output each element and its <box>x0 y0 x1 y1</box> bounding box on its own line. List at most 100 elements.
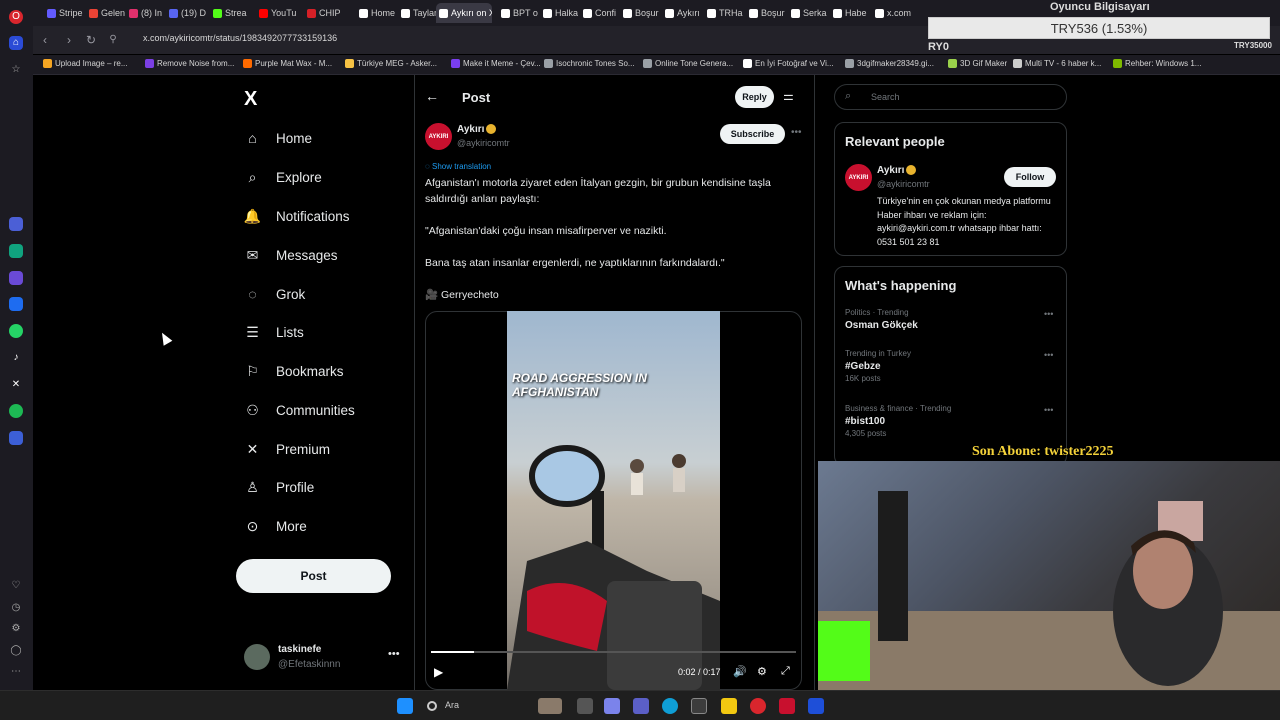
browser-tab[interactable]: Boşur <box>746 3 786 23</box>
nav-item-explore[interactable]: ⌕ Explore <box>244 164 322 190</box>
nav-item-profile[interactable]: ♙ Profile <box>244 474 314 500</box>
star-icon[interactable]: ☆ <box>9 63 23 77</box>
nav-item-home[interactable]: ⌂ Home <box>244 125 312 151</box>
show-translation-link[interactable]: ◌ Show translation <box>425 162 491 171</box>
tiktok-icon[interactable]: ♪ <box>9 351 23 365</box>
relevant-person-name[interactable]: Aykırı <box>877 165 917 176</box>
x-icon[interactable]: ✕ <box>9 378 23 392</box>
browser-tab[interactable]: Stripe <box>44 3 84 23</box>
browser-tab[interactable]: Aykırı on X <box>436 3 492 23</box>
browser-tab[interactable]: Boşur <box>620 3 660 23</box>
play-icon[interactable]: ▶ <box>434 665 443 679</box>
opera-logo-icon[interactable]: O <box>9 10 23 24</box>
bookmark-item[interactable]: Rehber: Windows 1... <box>1113 59 1201 68</box>
x-logo[interactable]: X <box>244 88 257 111</box>
messenger-icon[interactable] <box>9 297 23 311</box>
author-name[interactable]: Aykırı <box>457 124 497 135</box>
bookmark-item[interactable]: Make it Meme - Çev... <box>451 59 541 68</box>
back-icon[interactable]: ‹ <box>37 32 53 48</box>
bookmark-item[interactable]: 3dgifmaker28349.gi... <box>845 59 934 68</box>
spotify-icon[interactable] <box>9 404 23 418</box>
site-info-icon[interactable]: ⚲ <box>105 32 121 48</box>
trend-more-icon[interactable]: ••• <box>1044 350 1053 360</box>
nav-item-bookmarks[interactable]: ⚐ Bookmarks <box>244 358 343 384</box>
browser-tab[interactable]: Halka <box>540 3 580 23</box>
more-icon[interactable]: ⋯ <box>9 665 23 679</box>
bookmark-item[interactable]: Online Tone Genera... <box>643 59 733 68</box>
browser-tab[interactable]: (8) In <box>126 3 166 23</box>
taskbar-search-label[interactable]: Ara <box>445 700 459 710</box>
browser-tab[interactable]: CHIP <box>304 3 344 23</box>
nav-item-communities[interactable]: ⚇ Communities <box>244 397 355 423</box>
search-icon[interactable] <box>427 701 437 711</box>
bookmark-item[interactable]: Remove Noise from... <box>145 59 234 68</box>
browser-tab[interactable]: Gelen <box>86 3 126 23</box>
bookmark-item[interactable]: Multi TV - 6 haber k... <box>1013 59 1101 68</box>
browser-tab[interactable]: BPT o <box>498 3 538 23</box>
widget-icon[interactable] <box>538 698 562 714</box>
app-icon-2[interactable] <box>808 698 824 714</box>
home-icon[interactable]: ⌂ <box>9 36 23 50</box>
edge-icon[interactable] <box>662 698 678 714</box>
extension-icon[interactable] <box>9 271 23 285</box>
explorer-icon[interactable] <box>721 698 737 714</box>
copilot-icon[interactable] <box>604 698 620 714</box>
nav-item-more[interactable]: ⊙ More <box>244 513 307 539</box>
whatsapp-icon[interactable] <box>9 324 23 338</box>
bookmark-item[interactable]: Purple Mat Wax - M... <box>243 59 332 68</box>
trend-name[interactable]: Osman Gökçek <box>845 320 918 331</box>
task-view-icon[interactable] <box>577 698 593 714</box>
nav-item-grok[interactable]: ◌ Grok <box>244 281 305 307</box>
chatgpt-icon[interactable] <box>9 244 23 258</box>
nav-item-notifications[interactable]: 🔔 Notifications <box>244 203 350 229</box>
bulb-icon[interactable]: ◯ <box>9 644 23 658</box>
browser-tab[interactable]: Home <box>356 3 396 23</box>
post-button[interactable]: Post <box>236 559 391 593</box>
video-progress-track[interactable] <box>431 651 796 653</box>
browser-tab[interactable]: Aykırı <box>662 3 702 23</box>
browser-tab[interactable]: (19) D <box>166 3 206 23</box>
nav-item-messages[interactable]: ✉ Messages <box>244 242 338 268</box>
reply-button[interactable]: Reply <box>735 86 774 108</box>
browser-tab[interactable]: Taylar <box>398 3 438 23</box>
subscribe-button[interactable]: Subscribe <box>720 124 785 144</box>
trend-name[interactable]: #Gebze <box>845 361 881 372</box>
bookmark-item[interactable]: 3D Gif Maker <box>948 59 1007 68</box>
bookmark-item[interactable]: Isochronic Tones So... <box>544 59 635 68</box>
volume-icon[interactable]: 🔊 <box>733 665 747 678</box>
author-avatar[interactable]: AYKIRI <box>425 123 452 150</box>
nav-item-lists[interactable]: ☰ Lists <box>244 319 304 345</box>
browser-tab[interactable]: Habe <box>830 3 870 23</box>
player-icon[interactable] <box>9 431 23 445</box>
browser-tab[interactable]: TRHa <box>704 3 744 23</box>
relevant-person-avatar[interactable]: AYKIRI <box>845 164 872 191</box>
heart-icon[interactable]: ♡ <box>9 579 23 593</box>
browser-tab[interactable]: x.com <box>872 3 912 23</box>
app-icon[interactable] <box>779 698 795 714</box>
search-input[interactable]: ⌕ Search <box>834 84 1067 110</box>
browser-tab[interactable]: Serka <box>788 3 828 23</box>
settings-icon[interactable]: ⚙ <box>757 665 767 678</box>
video-frame[interactable] <box>507 311 720 690</box>
bookmark-item[interactable]: Upload Image – re... <box>43 59 127 68</box>
more-dots-icon[interactable]: ••• <box>388 648 400 660</box>
url-text[interactable]: x.com/aykiricomtr/status/198349207773315… <box>143 33 337 43</box>
fullscreen-icon[interactable]: ⤢ <box>781 665 790 678</box>
reload-icon[interactable]: ↻ <box>83 32 99 48</box>
settings-icon[interactable]: ⚙ <box>9 622 23 636</box>
aria-icon[interactable] <box>9 217 23 231</box>
start-icon[interactable] <box>397 698 413 714</box>
account-switcher[interactable]: taskinefe @Efetaskinnn ••• <box>244 642 404 674</box>
store-icon[interactable] <box>691 698 707 714</box>
back-arrow-icon[interactable]: ← <box>425 88 439 104</box>
trend-name[interactable]: #bist100 <box>845 416 885 427</box>
more-dots-icon[interactable]: ••• <box>791 127 802 138</box>
browser-tab[interactable]: Confi <box>580 3 620 23</box>
filter-icon[interactable]: ⚌ <box>783 89 794 103</box>
bookmark-item[interactable]: En İyi Fotoğraf ve Vi... <box>743 59 834 68</box>
browser-tab[interactable]: Strea <box>210 3 250 23</box>
relevant-person-handle[interactable]: @aykiricomtr <box>877 179 930 189</box>
bookmark-item[interactable]: Türkiye MEG - Asker... <box>345 59 437 68</box>
browser-tab[interactable]: YouTu <box>256 3 296 23</box>
follow-button[interactable]: Follow <box>1004 167 1056 187</box>
